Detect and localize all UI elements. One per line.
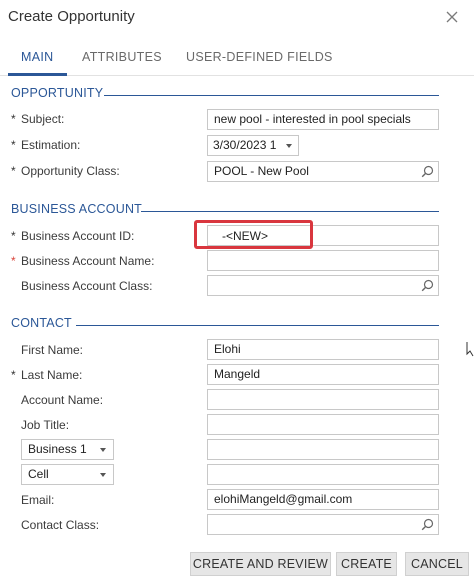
estimation-date-input[interactable]: 3/30/2023 1 xyxy=(207,135,299,156)
email-input[interactable]: elohiMangeld@gmail.com xyxy=(207,489,439,510)
required-mark: * xyxy=(11,254,16,268)
active-tab-indicator xyxy=(8,73,67,76)
phone1-type-select[interactable]: Business 1 xyxy=(21,439,114,460)
phone2-type-select[interactable]: Cell xyxy=(21,464,114,485)
first-name-input[interactable]: Elohi xyxy=(207,339,439,360)
phone1-input[interactable] xyxy=(207,439,439,460)
estimation-label: * Estimation: xyxy=(11,138,81,152)
chevron-down-icon[interactable] xyxy=(286,144,292,148)
required-mark: * xyxy=(11,138,16,152)
account-name-input[interactable] xyxy=(207,389,439,410)
close-button[interactable] xyxy=(444,9,460,25)
account-name-label: Account Name: xyxy=(21,393,104,407)
opportunity-class-label: * Opportunity Class: xyxy=(11,164,120,178)
section-contact-divider xyxy=(76,325,439,326)
job-title-input[interactable] xyxy=(207,414,439,435)
business-account-name-label: * Business Account Name: xyxy=(11,254,155,268)
business-account-class-input[interactable] xyxy=(207,275,439,296)
chevron-down-icon xyxy=(100,473,106,477)
required-mark: * xyxy=(11,112,16,126)
search-icon[interactable] xyxy=(421,279,434,292)
phone2-input[interactable] xyxy=(207,464,439,485)
dialog-title: Create Opportunity xyxy=(8,8,135,25)
email-label: Email: xyxy=(21,493,55,507)
required-mark: * xyxy=(11,368,16,382)
subject-input[interactable]: new pool - interested in pool specials xyxy=(207,109,439,130)
business-account-id-label: * Business Account ID: xyxy=(11,229,135,243)
section-contact-header: CONTACT xyxy=(11,316,72,330)
section-opportunity-header: OPPORTUNITY xyxy=(11,86,104,100)
subject-label: * Subject: xyxy=(11,112,65,126)
first-name-label: First Name: xyxy=(21,343,84,357)
close-icon xyxy=(446,11,458,23)
section-opportunity-divider xyxy=(104,95,439,96)
dialog-titlebar: Create Opportunity xyxy=(0,0,474,34)
opportunity-class-value: POOL - New Pool xyxy=(214,164,309,178)
opportunity-class-input[interactable]: POOL - New Pool xyxy=(207,161,439,182)
required-mark: * xyxy=(11,229,16,243)
last-name-label: * Last Name: xyxy=(11,368,83,382)
business-account-class-label: Business Account Class: xyxy=(21,279,153,293)
create-and-review-button[interactable]: CREATE AND REVIEW xyxy=(190,552,331,576)
job-title-label: Job Title: xyxy=(21,418,70,432)
section-business-account-divider xyxy=(141,211,439,212)
subject-value: new pool - interested in pool specials xyxy=(214,112,411,126)
tab-attributes[interactable]: ATTRIBUTES xyxy=(82,50,162,64)
search-icon[interactable] xyxy=(421,165,434,178)
estimation-value: 3/30/2023 1 xyxy=(213,138,277,152)
search-icon[interactable] xyxy=(421,518,434,531)
create-button[interactable]: CREATE xyxy=(336,552,397,576)
tab-bar: MAIN ATTRIBUTES USER-DEFINED FIELDS xyxy=(0,42,474,76)
chevron-down-icon xyxy=(100,448,106,452)
tab-main[interactable]: MAIN xyxy=(21,50,53,64)
mouse-cursor-icon xyxy=(466,342,474,357)
section-business-account-header: BUSINESS ACCOUNT xyxy=(11,202,143,216)
last-name-input[interactable]: Mangeld xyxy=(207,364,439,385)
contact-class-label: Contact Class: xyxy=(21,518,100,532)
cancel-button[interactable]: CANCEL xyxy=(405,552,469,576)
create-opportunity-dialog: Create Opportunity MAIN ATTRIBUTES USER-… xyxy=(0,0,474,583)
required-mark: * xyxy=(11,164,16,178)
tab-user-defined-fields[interactable]: USER-DEFINED FIELDS xyxy=(186,50,333,64)
contact-class-input[interactable] xyxy=(207,514,439,535)
business-account-name-input[interactable] xyxy=(207,250,439,271)
annotation-highlight-box xyxy=(194,220,313,249)
